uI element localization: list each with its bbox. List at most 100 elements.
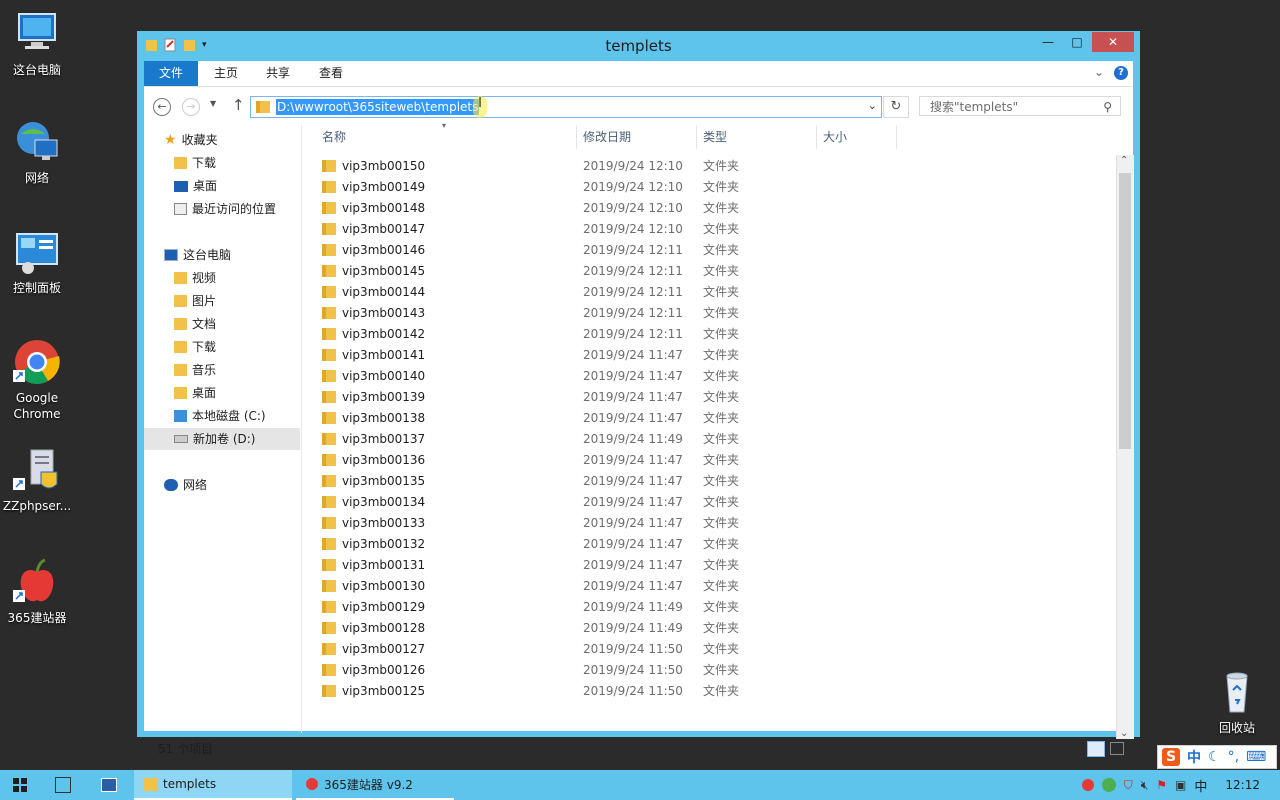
- details-view-icon[interactable]: [1087, 741, 1105, 757]
- up-arrow-icon[interactable]: ↑: [232, 96, 245, 114]
- tab-view[interactable]: 查看: [305, 61, 357, 86]
- table-row[interactable]: vip3mb00146 2019/9/24 12:11 文件夹: [304, 240, 904, 261]
- table-row[interactable]: vip3mb00129 2019/9/24 11:49 文件夹: [304, 597, 904, 618]
- table-row[interactable]: vip3mb00141 2019/9/24 11:47 文件夹: [304, 345, 904, 366]
- column-name[interactable]: 名称: [304, 125, 577, 149]
- punctuation-icon[interactable]: °,: [1228, 749, 1239, 765]
- folder-icon: [322, 664, 336, 676]
- taskbar-item-explorer[interactable]: templets: [134, 770, 292, 800]
- flag-error-icon[interactable]: ⚑: [1156, 778, 1167, 792]
- tab-file[interactable]: 文件: [144, 61, 199, 86]
- nav-documents[interactable]: 文档: [174, 313, 216, 335]
- table-row[interactable]: vip3mb00139 2019/9/24 11:47 文件夹: [304, 387, 904, 408]
- table-row[interactable]: vip3mb00127 2019/9/24 11:50 文件夹: [304, 639, 904, 660]
- ime-language[interactable]: 中: [1187, 747, 1201, 767]
- nav-videos[interactable]: 视频: [174, 267, 216, 289]
- table-row[interactable]: vip3mb00144 2019/9/24 12:11 文件夹: [304, 282, 904, 303]
- table-row[interactable]: vip3mb00126 2019/9/24 11:50 文件夹: [304, 660, 904, 681]
- tab-share[interactable]: 共享: [252, 61, 304, 86]
- taskbar-item-365[interactable]: 365建站器 v9.2: [296, 770, 454, 800]
- nav-desktop-pc[interactable]: 桌面: [174, 382, 216, 404]
- desktop-icon-zzphpserver[interactable]: ZZphpser...: [0, 446, 74, 514]
- maximize-button[interactable]: □: [1063, 32, 1091, 52]
- chevron-down-icon[interactable]: ▼: [210, 99, 216, 108]
- ime-toolbar[interactable]: S 中 ☾ °, ⌨: [1157, 745, 1277, 769]
- desktop-icon-this-pc[interactable]: 这台电脑: [0, 10, 74, 78]
- volume-mute-icon[interactable]: 🔇︎: [1141, 778, 1149, 793]
- table-row[interactable]: vip3mb00149 2019/9/24 12:10 文件夹: [304, 177, 904, 198]
- title-bar[interactable]: ▾ templets — □ ✕: [137, 31, 1140, 61]
- desktop-icon-control-panel[interactable]: 控制面板: [0, 228, 74, 296]
- table-row[interactable]: vip3mb00137 2019/9/24 11:49 文件夹: [304, 429, 904, 450]
- table-row[interactable]: vip3mb00143 2019/9/24 12:11 文件夹: [304, 303, 904, 324]
- nav-downloads-pc[interactable]: 下载: [174, 336, 216, 358]
- file-type: 文件夹: [703, 432, 740, 446]
- table-row[interactable]: vip3mb00145 2019/9/24 12:11 文件夹: [304, 261, 904, 282]
- table-row[interactable]: vip3mb00134 2019/9/24 11:47 文件夹: [304, 492, 904, 513]
- forward-icon[interactable]: →: [182, 98, 200, 116]
- keyboard-icon[interactable]: ⌨: [1246, 749, 1266, 765]
- nav-network[interactable]: 网络: [164, 474, 207, 496]
- nav-drive-d[interactable]: 新加卷 (D:): [144, 428, 300, 450]
- shield-check-icon[interactable]: [1101, 778, 1116, 792]
- table-row[interactable]: vip3mb00150 2019/9/24 12:10 文件夹: [304, 156, 904, 177]
- table-row[interactable]: vip3mb00130 2019/9/24 11:47 文件夹: [304, 576, 904, 597]
- start-button[interactable]: [0, 770, 40, 800]
- back-icon[interactable]: ←: [153, 98, 171, 116]
- nav-favorites[interactable]: ★ 收藏夹: [164, 129, 218, 151]
- chevron-down-icon[interactable]: ⌄: [1094, 65, 1104, 79]
- apple-tray-icon[interactable]: [1081, 779, 1094, 791]
- server-manager-button[interactable]: [44, 770, 82, 800]
- table-row[interactable]: vip3mb00133 2019/9/24 11:47 文件夹: [304, 513, 904, 534]
- nav-downloads[interactable]: 下载: [174, 152, 216, 174]
- desktop-icon-network[interactable]: 网络: [0, 118, 74, 186]
- warning-shield-icon[interactable]: ⛉: [1124, 778, 1133, 793]
- scroll-thumb[interactable]: [1119, 173, 1131, 449]
- table-row[interactable]: vip3mb00138 2019/9/24 11:47 文件夹: [304, 408, 904, 429]
- tab-home[interactable]: 主页: [200, 61, 252, 86]
- address-path[interactable]: D:\wwwroot\365siteweb\templets: [276, 99, 480, 115]
- search-input[interactable]: 搜索"templets" ⚲: [919, 96, 1121, 116]
- chevron-down-icon[interactable]: ⌄: [868, 99, 877, 112]
- desktop-icon-chrome[interactable]: Google Chrome: [0, 338, 74, 422]
- large-icons-view-icon[interactable]: [1110, 742, 1124, 755]
- table-row[interactable]: vip3mb00148 2019/9/24 12:10 文件夹: [304, 198, 904, 219]
- music-folder-icon: [174, 364, 187, 376]
- table-row[interactable]: vip3mb00140 2019/9/24 11:47 文件夹: [304, 366, 904, 387]
- network-tray-icon[interactable]: ▣: [1175, 778, 1186, 792]
- nav-pictures[interactable]: 图片: [174, 290, 216, 312]
- nav-recent[interactable]: 最近访问的位置: [174, 198, 276, 220]
- column-size[interactable]: 大小: [817, 125, 897, 149]
- nav-desktop[interactable]: 桌面: [174, 175, 217, 197]
- file-date: 2019/9/24 12:11: [583, 243, 683, 257]
- powershell-button[interactable]: [90, 770, 128, 800]
- file-date: 2019/9/24 12:10: [583, 201, 683, 215]
- nav-this-pc[interactable]: 这台电脑: [164, 244, 231, 266]
- clock[interactable]: 12:12: [1225, 778, 1260, 792]
- table-row[interactable]: vip3mb00125 2019/9/24 11:50 文件夹: [304, 681, 904, 702]
- close-button[interactable]: ✕: [1092, 32, 1134, 52]
- desktop-icon-365[interactable]: 365建站器: [0, 558, 74, 626]
- scroll-up-icon[interactable]: ⌃: [1120, 155, 1128, 166]
- moon-icon[interactable]: ☾: [1208, 749, 1221, 765]
- table-row[interactable]: vip3mb00142 2019/9/24 12:11 文件夹: [304, 324, 904, 345]
- table-row[interactable]: vip3mb00136 2019/9/24 11:47 文件夹: [304, 450, 904, 471]
- column-date[interactable]: 修改日期: [577, 125, 697, 149]
- table-row[interactable]: vip3mb00135 2019/9/24 11:47 文件夹: [304, 471, 904, 492]
- table-row[interactable]: vip3mb00147 2019/9/24 12:10 文件夹: [304, 219, 904, 240]
- nav-drive-c[interactable]: 本地磁盘 (C:): [174, 405, 266, 427]
- address-bar[interactable]: D:\wwwroot\365siteweb\templets I ⌄: [250, 96, 882, 118]
- file-date: 2019/9/24 11:47: [583, 495, 683, 509]
- table-row[interactable]: vip3mb00131 2019/9/24 11:47 文件夹: [304, 555, 904, 576]
- desktop-icon-recycle-bin[interactable]: 回收站: [1200, 668, 1274, 736]
- minimize-button[interactable]: —: [1034, 32, 1062, 52]
- help-icon[interactable]: ?: [1114, 66, 1128, 80]
- nav-music[interactable]: 音乐: [174, 359, 216, 381]
- ime-indicator[interactable]: 中: [1194, 776, 1207, 795]
- table-row[interactable]: vip3mb00132 2019/9/24 11:47 文件夹: [304, 534, 904, 555]
- column-type[interactable]: 类型: [697, 125, 817, 149]
- refresh-icon[interactable]: ↻: [883, 96, 909, 118]
- table-row[interactable]: vip3mb00128 2019/9/24 11:49 文件夹: [304, 618, 904, 639]
- vertical-scrollbar[interactable]: ⌃ ⌄: [1116, 155, 1134, 739]
- file-date: 2019/9/24 11:47: [583, 453, 683, 467]
